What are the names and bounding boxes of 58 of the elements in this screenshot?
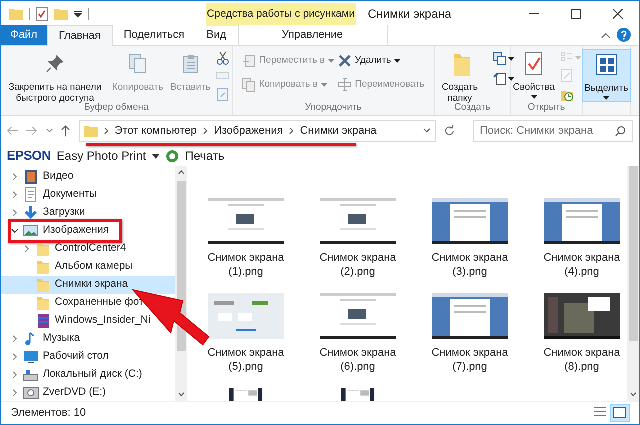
breadcrumb-item[interactable]: Снимки экрана	[300, 122, 377, 140]
tree-item[interactable]: Документы	[1, 186, 98, 204]
ribbon-button[interactable]: Выделить	[582, 49, 632, 102]
file-name[interactable]: Снимок экрана (8).png	[530, 346, 627, 374]
tree-item[interactable]: Изображения	[11, 222, 109, 240]
context-tab-header: Средства работы с рисунками	[206, 3, 356, 26]
tree-item[interactable]: ControlCenter4	[1, 240, 126, 258]
item-count: Элементов: 10	[11, 406, 86, 421]
breadcrumb-item[interactable]: Этот компьютер	[114, 122, 198, 140]
ribbon-button[interactable]: Закрепить на панели быстрого доступа	[3, 49, 108, 104]
tree-item[interactable]: Локальный диск (C:)	[1, 366, 142, 384]
brand-logo: EPSON	[7, 147, 51, 166]
tree-item[interactable]: Рабочий стол	[1, 348, 109, 366]
window-title: Снимки экрана	[368, 6, 452, 22]
tree-item[interactable]: Загрузки	[1, 204, 86, 222]
tree-item[interactable]: Альбом камеры	[1, 258, 133, 276]
file-name[interactable]: Снимок экрана (1).png	[194, 251, 298, 279]
tree-item[interactable]: Снимки экрана	[1, 276, 175, 294]
tree-label: Документы	[43, 187, 98, 202]
print-link[interactable]: Печать	[185, 147, 225, 165]
tree-label: Сохраненные фот	[55, 295, 144, 310]
search-field[interactable]: Поиск: Снимки экрана	[473, 120, 633, 142]
ribbon-tab[interactable]: Поделиться	[112, 25, 196, 45]
tree-item[interactable]: Сохраненные фот	[1, 294, 144, 312]
tree-item[interactable]: Windows_Insider_Ni	[1, 312, 151, 330]
file-name[interactable]: Снимок экрана (7).png	[418, 346, 522, 374]
group-label: Создать	[454, 102, 491, 114]
group-label: Буфер обмена	[84, 102, 149, 114]
ribbon-button[interactable]: Создать папку	[430, 49, 490, 104]
ribbon-button[interactable]: Удалить	[338, 51, 425, 71]
tree-label: Альбом камеры	[55, 259, 133, 274]
ribbon-button[interactable]: Свойства	[511, 49, 557, 99]
group-label: Упорядочить	[305, 102, 362, 114]
tree-label: ControlCenter4	[55, 241, 126, 256]
ribbon-tab[interactable]: Вид	[196, 25, 238, 45]
tree-label: Локальный диск (C:)	[43, 367, 142, 382]
app-name[interactable]: Easy Photo Print	[56, 147, 146, 165]
breadcrumb-item[interactable]: Изображения	[214, 122, 284, 140]
tree-label: Windows_Insider_Ni	[55, 313, 151, 328]
tree-item[interactable]: Видео	[1, 168, 74, 186]
tree-label: Снимки экрана	[55, 277, 128, 292]
file-name[interactable]: Снимок экрана (3).png	[418, 251, 522, 279]
tree-item[interactable]: ZverDVD (E:)	[1, 384, 106, 401]
file-name[interactable]: Снимок экрана (5).png	[194, 346, 298, 374]
group-label: Открыть	[528, 102, 566, 114]
file-name[interactable]: Снимок экрана (2).png	[306, 251, 410, 279]
ribbon-tab[interactable]: Главная	[47, 25, 113, 46]
tree-label: Изображения	[43, 223, 109, 238]
file-tab[interactable]: Файл	[1, 25, 47, 45]
tree-label: ZverDVD (E:)	[43, 385, 106, 400]
file-name[interactable]: Снимок экрана (6).png	[306, 346, 410, 374]
ribbon-tab[interactable]: Управление	[238, 25, 388, 45]
file-name[interactable]: Снимок экрана (4).png	[530, 251, 627, 279]
tree-item[interactable]: Музыка	[1, 330, 80, 348]
tree-label: Загрузки	[43, 205, 86, 220]
tree-label: Рабочий стол	[43, 349, 109, 364]
tree-label: Видео	[43, 169, 74, 184]
tree-label: Музыка	[43, 331, 80, 346]
